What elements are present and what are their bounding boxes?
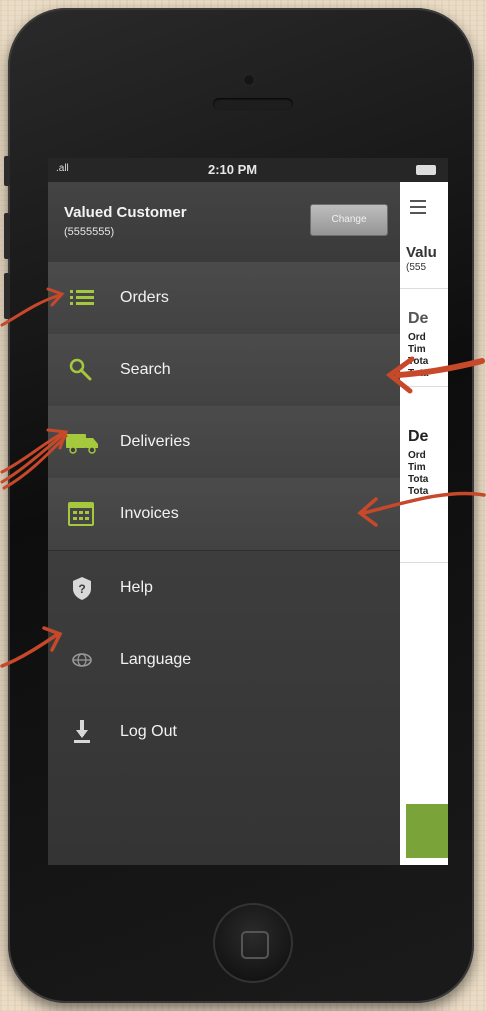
side-menu: Valued Customer (5555555) Change Orders … — [48, 182, 400, 865]
menu-item-label: Language — [120, 651, 192, 668]
mute-switch — [4, 156, 10, 186]
menu-item-label: Deliveries — [120, 433, 191, 450]
section-heading: De — [408, 310, 429, 327]
section-row: Ord — [408, 332, 426, 343]
signal-indicator: .all — [56, 163, 69, 174]
change-account-button[interactable]: Change — [310, 204, 388, 236]
green-action-tile[interactable] — [406, 804, 448, 858]
svg-text:?: ? — [78, 582, 85, 596]
menu-item-search[interactable]: Search — [48, 334, 400, 407]
annotation-arrow-deliveries — [0, 428, 69, 490]
menu-item-logout[interactable]: Log Out — [48, 696, 400, 768]
content-title: Valu — [406, 244, 437, 261]
menu-item-label: Invoices — [120, 505, 179, 522]
volume-up-button — [4, 213, 10, 259]
home-button[interactable] — [213, 903, 293, 983]
section-row: Tim — [408, 462, 426, 473]
magnifier-icon — [69, 358, 92, 381]
divider — [400, 562, 448, 563]
status-time: 2:10 PM — [208, 162, 258, 177]
annotation-arrow-search — [385, 356, 485, 394]
divider — [400, 288, 448, 289]
earpiece-speaker — [213, 98, 293, 110]
menu-item-invoices[interactable]: Invoices — [48, 478, 400, 551]
section-row: Ord — [408, 450, 426, 461]
home-square-icon — [241, 931, 269, 959]
menu-item-label: Search — [120, 361, 171, 378]
calendar-icon — [68, 502, 94, 526]
annotation-arrow-invoices — [357, 491, 486, 527]
logout-icon — [74, 720, 90, 743]
menu-item-language[interactable]: Language — [48, 624, 400, 696]
menu-item-help[interactable]: ? Help — [48, 552, 400, 624]
menu-item-label: Log Out — [120, 723, 177, 740]
menu-item-label: Help — [120, 579, 153, 596]
user-header: Valued Customer (5555555) Change — [48, 182, 400, 263]
hamburger-menu-icon[interactable] — [410, 200, 426, 218]
menu-item-label: Orders — [120, 289, 169, 306]
section-heading: De — [408, 428, 429, 445]
front-camera — [243, 74, 255, 86]
annotation-arrow-orders — [0, 287, 65, 327]
battery-icon — [416, 165, 436, 175]
menu-item-orders[interactable]: Orders — [48, 262, 400, 335]
annotation-arrow-help — [0, 626, 63, 668]
user-id: (5555555) — [64, 226, 115, 238]
user-name: Valued Customer — [64, 204, 187, 221]
status-bar: .all 2:10 PM — [48, 158, 448, 182]
menu-item-deliveries[interactable]: Deliveries — [48, 406, 400, 479]
content-subtitle: (555 — [406, 262, 427, 273]
